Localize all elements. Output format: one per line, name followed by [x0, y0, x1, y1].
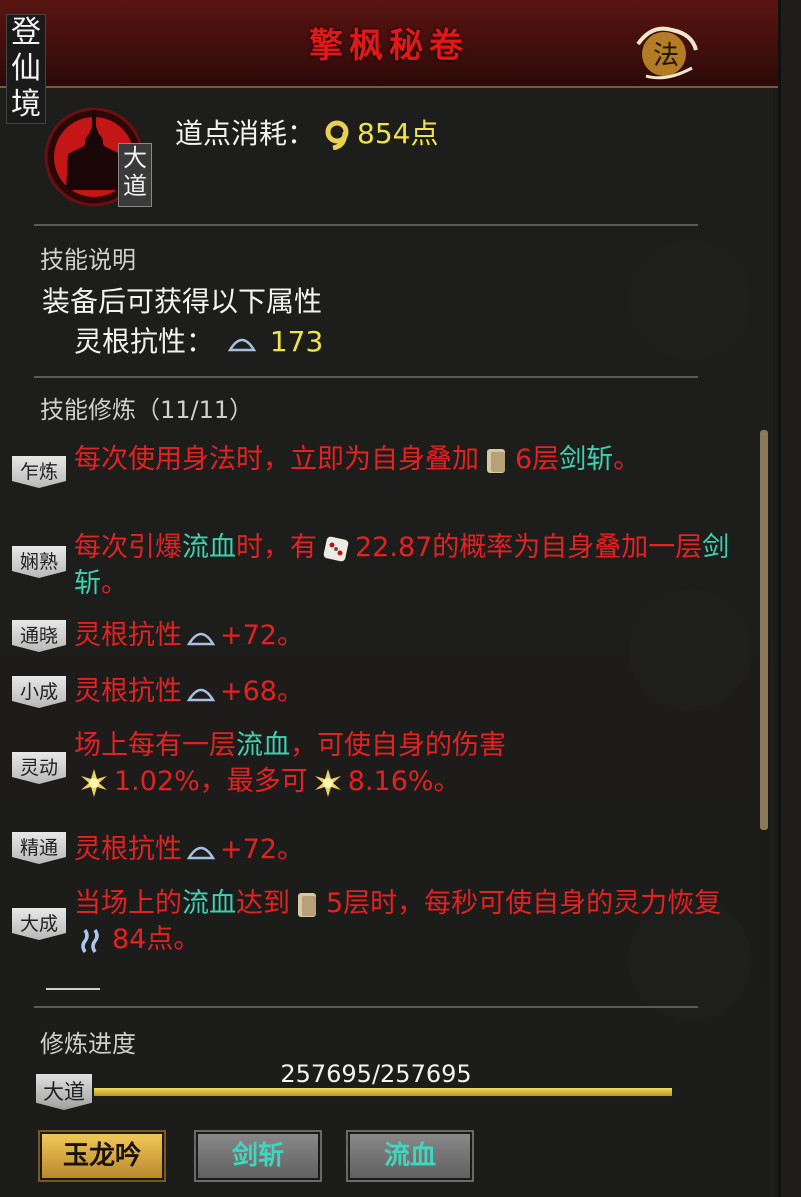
stage-badge: 小成 — [12, 676, 66, 708]
attribute-label: 灵根抗性： — [74, 325, 215, 358]
scroll-stack-icon — [487, 448, 505, 473]
spirit-resist-icon — [227, 338, 257, 352]
sun-burst-icon — [314, 768, 341, 797]
training-entry: 灵根抗性 +72。 — [74, 620, 304, 651]
tab-liuxue[interactable]: 流血 — [346, 1130, 474, 1182]
tab-jianzhan[interactable]: 剑斩 — [194, 1130, 322, 1182]
scrollbar-thumb[interactable] — [760, 430, 768, 830]
realm-label: 登仙境 — [6, 14, 46, 124]
progress-tag: 大道 — [36, 1074, 92, 1110]
training-entry: 每次使用身法时，立即为自身叠加 6层剑斩。 — [74, 444, 641, 475]
cost-value: 854点 — [357, 117, 439, 150]
divider — [34, 224, 698, 226]
attribute-line: 灵根抗性： 173 — [74, 320, 323, 360]
stage-badge: 大成 — [12, 908, 66, 940]
progress-bar — [94, 1088, 672, 1096]
divider — [34, 376, 698, 378]
seal-glyph: 法 — [653, 41, 679, 71]
spirit-recovery-icon — [81, 928, 99, 953]
cost-label: 道点消耗： — [175, 117, 316, 150]
title-bar: 擎枫秘卷 法 — [0, 0, 778, 88]
training-entry: 灵根抗性 +72。 — [74, 834, 304, 865]
training-entry: 场上每有一层流血，可使自身的伤害 1.02%，最多可 8.16%。 — [74, 730, 506, 797]
divider — [34, 1006, 698, 1008]
training-entry: 当场上的流血达到 5层时，每秒可使自身的灵力恢复84点。 — [74, 888, 722, 955]
stage-badge: 精通 — [12, 832, 66, 864]
skill-type-tag: 大道 — [118, 143, 152, 207]
progress-count: 257695/257695 — [280, 1060, 472, 1088]
stage-badge: 娴熟 — [12, 546, 66, 578]
description-text: 装备后可获得以下属性 — [42, 285, 323, 318]
dao-point-icon — [325, 120, 349, 150]
stage-badge: 灵动 — [12, 752, 66, 784]
stage-badge: 通晓 — [12, 620, 66, 652]
spirit-resist-icon — [186, 846, 216, 859]
training-header: 技能修炼（11/11） — [40, 396, 254, 424]
description-header: 技能说明 — [40, 246, 136, 274]
skill-tooltip-panel: 擎枫秘卷 法 登仙境 大道 道点消耗： 854点 技能说明 装备后可获得以下属性… — [0, 0, 781, 1197]
seal-icon: 法 — [636, 26, 698, 80]
training-entry: 灵根抗性 +68。 — [74, 676, 304, 707]
attribute-value: 173 — [269, 325, 324, 358]
dice-icon — [323, 536, 349, 561]
stage-badge: 乍炼 — [12, 456, 66, 488]
training-entry: 每次引爆流血时，有 22.87的概率为自身叠加一层剑斩。 — [74, 532, 730, 599]
progress-bar-fill — [94, 1088, 672, 1096]
spirit-resist-icon — [186, 632, 216, 645]
progress-header: 修炼进度 — [40, 1030, 136, 1058]
scroll-stack-icon — [298, 892, 316, 917]
tab-yulongyin[interactable]: 玉龙吟 — [38, 1130, 166, 1182]
spirit-resist-icon — [186, 688, 216, 701]
list-end-marker — [46, 988, 100, 990]
sun-burst-icon — [81, 768, 107, 797]
cost-row: 道点消耗： 854点 — [175, 112, 438, 152]
